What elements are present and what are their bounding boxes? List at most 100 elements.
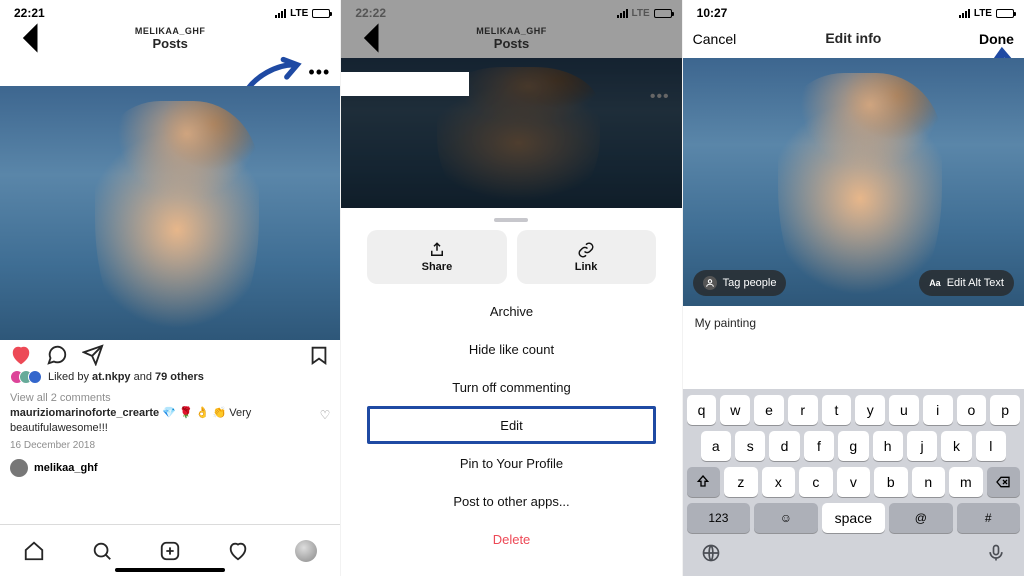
post-image[interactable] xyxy=(0,86,340,340)
next-post-header: melikaa_ghf xyxy=(0,451,340,477)
key-m[interactable]: m xyxy=(949,467,982,497)
key-a[interactable]: a xyxy=(701,431,731,461)
tab-bar xyxy=(0,524,340,576)
share-icon xyxy=(428,241,446,259)
edit-alt-text-button[interactable]: Aa Edit Alt Text xyxy=(919,270,1014,296)
key-l[interactable]: l xyxy=(976,431,1006,461)
tag-people-button[interactable]: Tag people xyxy=(693,270,787,296)
key-w[interactable]: w xyxy=(720,395,750,425)
screen-edit-info: 10:27 LTE Cancel Edit info Done Tag peop… xyxy=(683,0,1024,576)
share-button[interactable] xyxy=(82,344,104,366)
signal-icon xyxy=(275,9,286,18)
aa-icon: Aa xyxy=(929,278,941,288)
network-label: LTE xyxy=(290,8,308,19)
key-i[interactable]: i xyxy=(923,395,953,425)
status-time: 10:27 xyxy=(697,6,728,20)
sheet-item-edit[interactable]: Edit xyxy=(367,406,655,444)
key-c[interactable]: c xyxy=(799,467,832,497)
liker-avatars xyxy=(10,370,42,384)
key-row-3: z x c v b n m xyxy=(687,467,1020,497)
key-backspace[interactable] xyxy=(987,467,1020,497)
nav-title: Edit info xyxy=(825,31,881,46)
view-all-comments[interactable]: View all 2 comments xyxy=(0,386,340,404)
key-j[interactable]: j xyxy=(907,431,937,461)
key-at[interactable]: @ xyxy=(889,503,952,533)
nav-bar: MELIKAA_GHF Posts xyxy=(341,22,681,58)
key-space[interactable]: space xyxy=(822,503,885,533)
more-options-button[interactable]: ••• xyxy=(650,88,670,106)
link-icon xyxy=(577,241,595,259)
network-label: LTE xyxy=(974,8,992,19)
key-r[interactable]: r xyxy=(788,395,818,425)
tab-activity[interactable] xyxy=(227,540,249,562)
post-image-edit[interactable]: Tag people Aa Edit Alt Text xyxy=(683,58,1024,306)
key-dictation[interactable] xyxy=(986,543,1006,568)
key-p[interactable]: p xyxy=(990,395,1020,425)
key-row-4: 123 ☺ space @ # xyxy=(687,503,1020,533)
signal-icon xyxy=(959,9,970,18)
post-date: 16 December 2018 xyxy=(0,436,340,451)
key-123[interactable]: 123 xyxy=(687,503,750,533)
key-k[interactable]: k xyxy=(941,431,971,461)
key-t[interactable]: t xyxy=(822,395,852,425)
tab-home[interactable] xyxy=(23,540,45,562)
key-v[interactable]: v xyxy=(837,467,870,497)
sheet-item-pin[interactable]: Pin to Your Profile xyxy=(367,444,655,482)
key-n[interactable]: n xyxy=(912,467,945,497)
sheet-link-button[interactable]: Link xyxy=(517,230,656,284)
key-g[interactable]: g xyxy=(838,431,868,461)
key-f[interactable]: f xyxy=(804,431,834,461)
sheet-item-delete[interactable]: Delete xyxy=(367,520,655,558)
sheet-item-post-other[interactable]: Post to other apps... xyxy=(367,482,655,520)
key-emoji[interactable]: ☺ xyxy=(754,503,817,533)
key-hash[interactable]: # xyxy=(957,503,1020,533)
likes-row[interactable]: Liked by at.nkpy and 79 others xyxy=(0,368,340,386)
battery-icon xyxy=(996,9,1014,18)
comment-row[interactable]: mauriziomarinoforte_crearte 💎 🌹 👌 👏 Very… xyxy=(0,404,340,436)
back-button[interactable] xyxy=(351,16,395,62)
key-shift[interactable] xyxy=(687,467,720,497)
action-sheet: Share Link Archive Hide like count Turn … xyxy=(355,208,667,576)
battery-icon xyxy=(312,9,330,18)
more-options-button[interactable]: ••• xyxy=(308,63,330,81)
post-actions xyxy=(0,340,340,368)
comment-button[interactable] xyxy=(46,344,68,366)
screen-post-detail: 22:21 LTE MELIKAA_GHF Posts ••• xyxy=(0,0,341,576)
key-s[interactable]: s xyxy=(735,431,765,461)
avatar xyxy=(10,459,28,477)
home-indicator xyxy=(115,568,225,572)
sheet-item-turn-off-commenting[interactable]: Turn off commenting xyxy=(367,368,655,406)
key-d[interactable]: d xyxy=(769,431,799,461)
key-x[interactable]: x xyxy=(762,467,795,497)
key-b[interactable]: b xyxy=(874,467,907,497)
sheet-item-hide-likes[interactable]: Hide like count xyxy=(367,330,655,368)
sheet-grabber[interactable] xyxy=(494,218,528,222)
key-u[interactable]: u xyxy=(889,395,919,425)
tab-search[interactable] xyxy=(91,540,113,562)
done-button[interactable]: Done xyxy=(970,31,1014,47)
sheet-share-button[interactable]: Share xyxy=(367,230,506,284)
key-e[interactable]: e xyxy=(754,395,784,425)
like-comment-button[interactable]: ♡ xyxy=(320,406,331,422)
key-globe[interactable] xyxy=(701,543,721,568)
back-button[interactable] xyxy=(10,16,54,62)
key-o[interactable]: o xyxy=(957,395,987,425)
key-row-2: a s d f g h j k l xyxy=(687,431,1020,461)
key-q[interactable]: q xyxy=(687,395,717,425)
caption-input[interactable]: My painting xyxy=(683,306,1024,336)
tab-profile[interactable] xyxy=(295,540,317,562)
sheet-item-archive[interactable]: Archive xyxy=(367,292,655,330)
key-y[interactable]: y xyxy=(855,395,885,425)
nav-title: Posts xyxy=(476,37,547,51)
redaction-box xyxy=(341,72,469,96)
signal-icon xyxy=(617,9,628,18)
network-label: LTE xyxy=(632,8,650,19)
key-z[interactable]: z xyxy=(724,467,757,497)
nav-bar: Cancel Edit info Done xyxy=(683,22,1024,58)
bookmark-button[interactable] xyxy=(308,344,330,366)
cancel-button[interactable]: Cancel xyxy=(693,31,737,47)
tab-create[interactable] xyxy=(159,540,181,562)
screen-action-sheet: 22:22 LTE MELIKAA_GHF Posts ••• S xyxy=(341,0,682,576)
like-button[interactable] xyxy=(10,344,32,366)
key-h[interactable]: h xyxy=(873,431,903,461)
